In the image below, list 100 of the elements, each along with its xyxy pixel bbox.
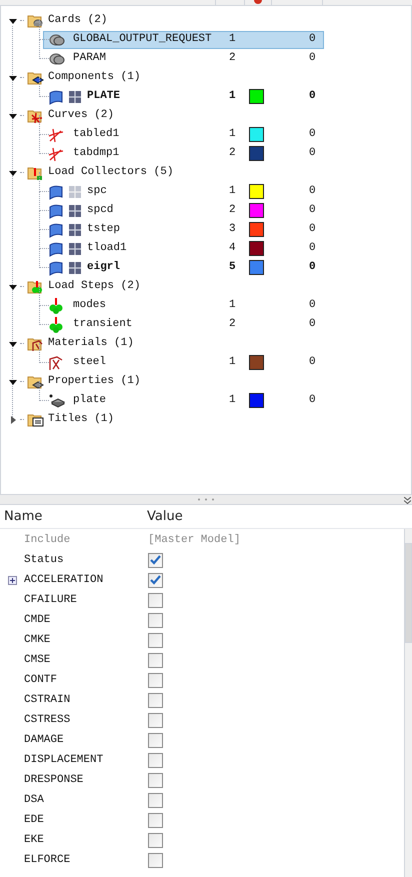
color-swatch[interactable] — [249, 89, 264, 104]
tree-row[interactable]: PLATE 1 0 — [43, 88, 324, 106]
property-name: DSA — [24, 792, 45, 808]
expand-arrow-icon[interactable] — [9, 282, 17, 290]
expand-arrow-icon[interactable] — [9, 112, 17, 120]
color-swatch[interactable] — [249, 393, 264, 408]
checkbox[interactable] — [148, 632, 163, 648]
expand-plus-icon[interactable] — [8, 576, 16, 584]
expand-arrow-icon[interactable] — [9, 378, 17, 386]
folder-label[interactable]: Properties (1) — [48, 373, 140, 390]
tree-row[interactable]: GLOBAL_OUTPUT_REQUEST 1 0 — [43, 30, 324, 48]
property-name: Include — [24, 532, 72, 548]
include-value: 0 — [309, 146, 316, 162]
color-swatch[interactable] — [249, 222, 264, 237]
tree-row[interactable]: modes 1 0 — [43, 296, 324, 314]
tree-row[interactable]: spcd 2 0 — [43, 202, 324, 220]
property-name: CMDE — [24, 612, 52, 628]
item-name: PARAM — [73, 51, 106, 66]
checkbox[interactable] — [148, 672, 163, 688]
checkbox[interactable] — [148, 852, 163, 868]
color-swatch[interactable] — [249, 127, 264, 142]
item-id: 1 — [229, 355, 236, 370]
color-swatch[interactable] — [249, 241, 264, 256]
checkbox[interactable] — [148, 612, 163, 628]
property-name: CFAILURE — [24, 592, 78, 608]
color-swatch[interactable] — [249, 203, 264, 218]
checkbox[interactable] — [148, 752, 163, 768]
column-header[interactable]: Value — [145, 506, 183, 526]
cylinders-icon — [48, 50, 66, 66]
color-swatch[interactable] — [249, 146, 264, 161]
item-name: tabdmp1 — [73, 146, 120, 162]
expand-arrow-icon[interactable] — [9, 74, 17, 82]
folder-label[interactable]: Materials (1) — [48, 335, 134, 352]
expand-arrow-icon[interactable] — [9, 416, 17, 424]
property-name: EKE — [24, 832, 45, 848]
checkbox[interactable] — [148, 552, 163, 568]
property-value: [Master Model] — [148, 532, 240, 548]
folder-label[interactable]: Components (1) — [48, 69, 140, 86]
color-swatch[interactable] — [249, 355, 264, 370]
surface-icon — [48, 202, 64, 218]
tree-row[interactable]: tabled1 1 0 — [43, 126, 324, 144]
curve-icon — [48, 126, 64, 142]
include-value: 0 — [309, 317, 316, 332]
tree-row[interactable]: transient 2 0 — [43, 316, 324, 334]
item-name: tabled1 — [73, 127, 120, 142]
item-id: 2 — [229, 317, 236, 332]
item-name: spc — [87, 184, 107, 200]
item-id: 2 — [229, 51, 236, 66]
checkbox[interactable] — [148, 712, 163, 728]
tree-row[interactable]: eigrl 5 0 — [43, 258, 324, 276]
checkbox[interactable] — [148, 832, 163, 848]
checkbox[interactable] — [148, 652, 163, 668]
item-name: steel — [73, 355, 106, 370]
color-swatch[interactable] — [249, 184, 264, 199]
tree-row[interactable]: spc 1 0 — [43, 182, 324, 200]
color-swatch[interactable] — [249, 260, 264, 275]
item-name: PLATE — [87, 89, 120, 104]
tree-row[interactable]: tstep 3 0 — [43, 220, 324, 238]
tree-row[interactable]: steel 1 0 — [43, 354, 324, 372]
column-header[interactable]: Name — [0, 506, 145, 526]
curve-icon — [48, 146, 64, 162]
expand-arrow-icon[interactable] — [9, 340, 17, 348]
folder-label[interactable]: Load Steps (2) — [48, 278, 140, 295]
tree-row[interactable]: tload1 4 0 — [43, 240, 324, 258]
folder-label[interactable]: Load Collectors (5) — [48, 164, 174, 181]
checkbox[interactable] — [148, 812, 163, 828]
folder-label[interactable]: Curves (2) — [48, 107, 114, 124]
tree-row[interactable]: PARAM 2 0 — [43, 50, 324, 68]
folder-label[interactable]: Titles (1) — [48, 411, 114, 428]
include-value: 0 — [309, 51, 316, 66]
checkbox[interactable] — [148, 572, 163, 588]
grip-icon[interactable] — [197, 498, 215, 501]
checkbox[interactable] — [148, 732, 163, 748]
property-name: CSTRESS — [24, 712, 72, 728]
property-name: CMSE — [24, 652, 52, 668]
item-id: 1 — [229, 393, 236, 408]
item-name: tstep — [87, 222, 120, 238]
check-icon — [150, 575, 161, 585]
check-icon — [150, 555, 161, 565]
include-value: 0 — [309, 203, 316, 218]
tree-row[interactable]: plate 1 0 — [43, 392, 324, 410]
property-name: DAMAGE — [24, 732, 65, 748]
double-chevron-icon[interactable] — [404, 497, 411, 504]
item-id: 1 — [229, 89, 236, 104]
scrollbar[interactable] — [404, 529, 412, 877]
folder-label[interactable]: Cards (2) — [48, 12, 108, 29]
checkbox[interactable] — [148, 592, 163, 608]
property-name: EDE — [24, 812, 45, 828]
checkbox[interactable] — [148, 692, 163, 708]
expand-arrow-icon[interactable] — [9, 168, 17, 176]
include-value: 0 — [309, 127, 316, 142]
checkbox[interactable] — [148, 792, 163, 808]
item-name: modes — [73, 298, 106, 314]
expand-arrow-icon[interactable] — [9, 16, 17, 24]
item-id: 5 — [229, 260, 236, 276]
checkbox[interactable] — [148, 772, 163, 788]
item-name: plate — [73, 393, 106, 408]
tree-row[interactable]: tabdmp1 2 0 — [43, 144, 324, 162]
surface-icon — [48, 184, 64, 200]
item-name: spcd — [87, 203, 114, 218]
